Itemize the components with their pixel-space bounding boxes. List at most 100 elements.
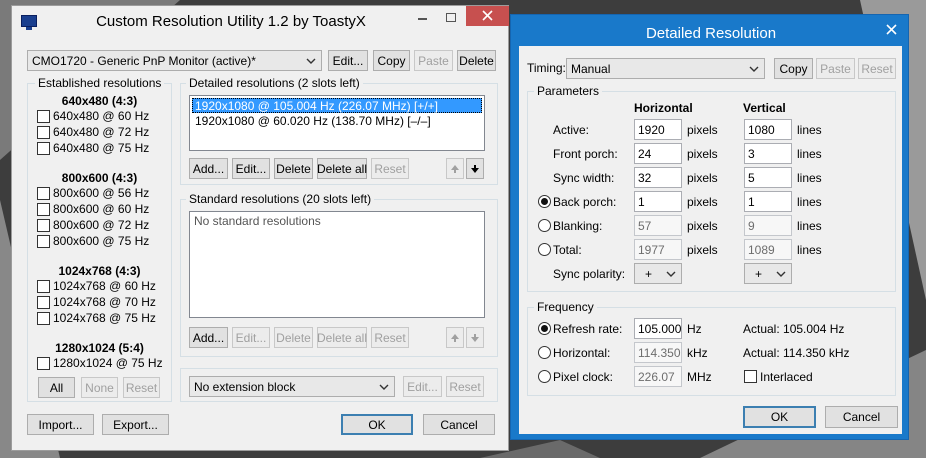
sync-polarity-h-select[interactable]: + xyxy=(634,263,682,284)
extension-select[interactable]: No extension block xyxy=(189,376,395,397)
none-button[interactable]: None xyxy=(81,377,118,398)
arrow-down-icon xyxy=(471,164,479,173)
refresh-rate-label: Refresh rate: xyxy=(553,322,623,336)
list-item[interactable]: 1920x1080 @ 60.020 Hz (138.70 MHz) [–/–] xyxy=(192,114,482,129)
all-button[interactable]: All xyxy=(38,377,75,398)
total-v-input[interactable]: 1089 xyxy=(744,239,792,260)
active-v-input[interactable]: 1080 xyxy=(744,119,792,140)
blanking-v-input[interactable]: 9 xyxy=(744,215,792,236)
front-porch-h-input[interactable]: 24 xyxy=(634,143,682,164)
detailed-list[interactable]: 1920x1080 @ 105.004 Hz (226.07 MHz) [+/+… xyxy=(189,95,485,151)
monitor-paste-button[interactable]: Paste xyxy=(414,50,453,71)
back-porch-v-input[interactable]: 1 xyxy=(744,191,792,212)
arrow-down-icon xyxy=(471,333,479,342)
res-checkbox[interactable] xyxy=(37,235,50,248)
pixel-clock-input[interactable]: 226.07 xyxy=(634,366,682,387)
cancel-button[interactable]: Cancel xyxy=(423,414,495,435)
res-label: 640x480 @ 60 Hz xyxy=(53,109,150,123)
sync-width-v-input[interactable]: 5 xyxy=(744,167,792,188)
monitor-select[interactable]: CMO1720 - Generic PnP Monitor (active)* xyxy=(27,50,322,71)
detail-client-area: Timing: Manual Copy Paste Reset Paramete… xyxy=(519,46,902,434)
interlaced-checkbox[interactable] xyxy=(744,370,757,383)
res-label: 800x600 @ 72 Hz xyxy=(53,218,150,232)
established-reset-button[interactable]: Reset xyxy=(123,377,160,398)
back-porch-h-input[interactable]: 1 xyxy=(634,191,682,212)
chevron-down-icon xyxy=(776,271,786,277)
close-button[interactable] xyxy=(466,6,509,26)
detailed-add-button[interactable]: Add... xyxy=(189,158,228,179)
timing-select-value: Manual xyxy=(571,61,611,76)
standard-move-up-button[interactable] xyxy=(446,327,464,348)
res-checkbox[interactable] xyxy=(37,110,50,123)
monitor-delete-button[interactable]: Delete xyxy=(457,50,496,71)
detail-close-button[interactable] xyxy=(880,20,904,40)
standard-delete-button[interactable]: Delete xyxy=(274,327,313,348)
export-button[interactable]: Export... xyxy=(102,414,169,435)
list-item-selected[interactable]: 1920x1080 @ 105.004 Hz (226.07 MHz) [+/+… xyxy=(192,98,482,113)
extension-reset-button[interactable]: Reset xyxy=(446,376,484,397)
res-label: 1024x768 @ 60 Hz xyxy=(53,279,156,293)
back-porch-radio[interactable] xyxy=(538,195,551,208)
unit-lines: lines xyxy=(797,147,822,161)
move-up-button[interactable] xyxy=(446,158,464,179)
res-label: 800x600 @ 56 Hz xyxy=(53,186,150,200)
total-h-input[interactable]: 1977 xyxy=(634,239,682,260)
front-porch-v-input[interactable]: 3 xyxy=(744,143,792,164)
sync-polarity-v-select[interactable]: + xyxy=(744,263,792,284)
res-checkbox[interactable] xyxy=(37,142,50,155)
unit-pixels: pixels xyxy=(687,171,718,185)
detail-ok-button[interactable]: OK xyxy=(743,406,816,428)
horizontal-freq-unit: kHz xyxy=(687,346,708,360)
blanking-h-input[interactable]: 57 xyxy=(634,215,682,236)
total-radio[interactable] xyxy=(538,243,551,256)
horizontal-freq-radio[interactable] xyxy=(538,346,551,359)
res-checkbox[interactable] xyxy=(37,187,50,200)
monitor-edit-button[interactable]: Edit... xyxy=(328,50,368,71)
res-checkbox[interactable] xyxy=(37,203,50,216)
pixel-clock-radio[interactable] xyxy=(538,370,551,383)
standard-reset-button[interactable]: Reset xyxy=(371,327,409,348)
res-checkbox[interactable] xyxy=(37,312,50,325)
detail-cancel-button[interactable]: Cancel xyxy=(825,406,898,428)
minimize-button[interactable] xyxy=(410,7,436,27)
move-down-button[interactable] xyxy=(466,158,484,179)
maximize-button[interactable] xyxy=(438,7,464,27)
standard-edit-button[interactable]: Edit... xyxy=(232,327,270,348)
sync-polarity-label: Sync polarity: xyxy=(553,267,626,281)
pixel-clock-unit: MHz xyxy=(687,370,712,384)
horizontal-freq-input[interactable]: 114.350 xyxy=(634,342,682,363)
res-checkbox[interactable] xyxy=(37,280,50,293)
import-button[interactable]: Import... xyxy=(27,414,94,435)
standard-add-button[interactable]: Add... xyxy=(189,327,228,348)
standard-delete-all-button[interactable]: Delete all xyxy=(317,327,367,348)
refresh-rate-radio[interactable] xyxy=(538,322,551,335)
detailed-delete-all-button[interactable]: Delete all xyxy=(317,158,367,179)
res-label: 1024x768 @ 70 Hz xyxy=(53,295,156,309)
res-label: 1024x768 @ 75 Hz xyxy=(53,311,156,325)
res-checkbox[interactable] xyxy=(37,296,50,309)
close-icon xyxy=(482,10,493,21)
extension-select-value: No extension block xyxy=(194,379,296,394)
res-checkbox[interactable] xyxy=(37,126,50,139)
standard-move-down-button[interactable] xyxy=(466,327,484,348)
extension-edit-button[interactable]: Edit... xyxy=(403,376,442,397)
sync-width-h-input[interactable]: 32 xyxy=(634,167,682,188)
res-checkbox[interactable] xyxy=(37,219,50,232)
refresh-actual: Actual: 105.004 Hz xyxy=(743,322,845,336)
ok-button[interactable]: OK xyxy=(341,414,413,435)
monitor-copy-button[interactable]: Copy xyxy=(373,50,410,71)
res-checkbox[interactable] xyxy=(37,357,50,370)
parameters-group-title: Parameters xyxy=(534,84,603,98)
detailed-reset-button[interactable]: Reset xyxy=(371,158,409,179)
res-label: 640x480 @ 72 Hz xyxy=(53,125,150,139)
timing-paste-button[interactable]: Paste xyxy=(816,58,855,79)
timing-select[interactable]: Manual xyxy=(566,58,765,79)
timing-copy-button[interactable]: Copy xyxy=(774,58,813,79)
timing-reset-button[interactable]: Reset xyxy=(858,58,896,79)
active-h-input[interactable]: 1920 xyxy=(634,119,682,140)
detailed-edit-button[interactable]: Edit... xyxy=(232,158,270,179)
standard-list[interactable]: No standard resolutions xyxy=(189,211,485,318)
detailed-delete-button[interactable]: Delete xyxy=(274,158,313,179)
refresh-rate-input[interactable]: 105.000 xyxy=(634,318,682,339)
blanking-radio[interactable] xyxy=(538,219,551,232)
